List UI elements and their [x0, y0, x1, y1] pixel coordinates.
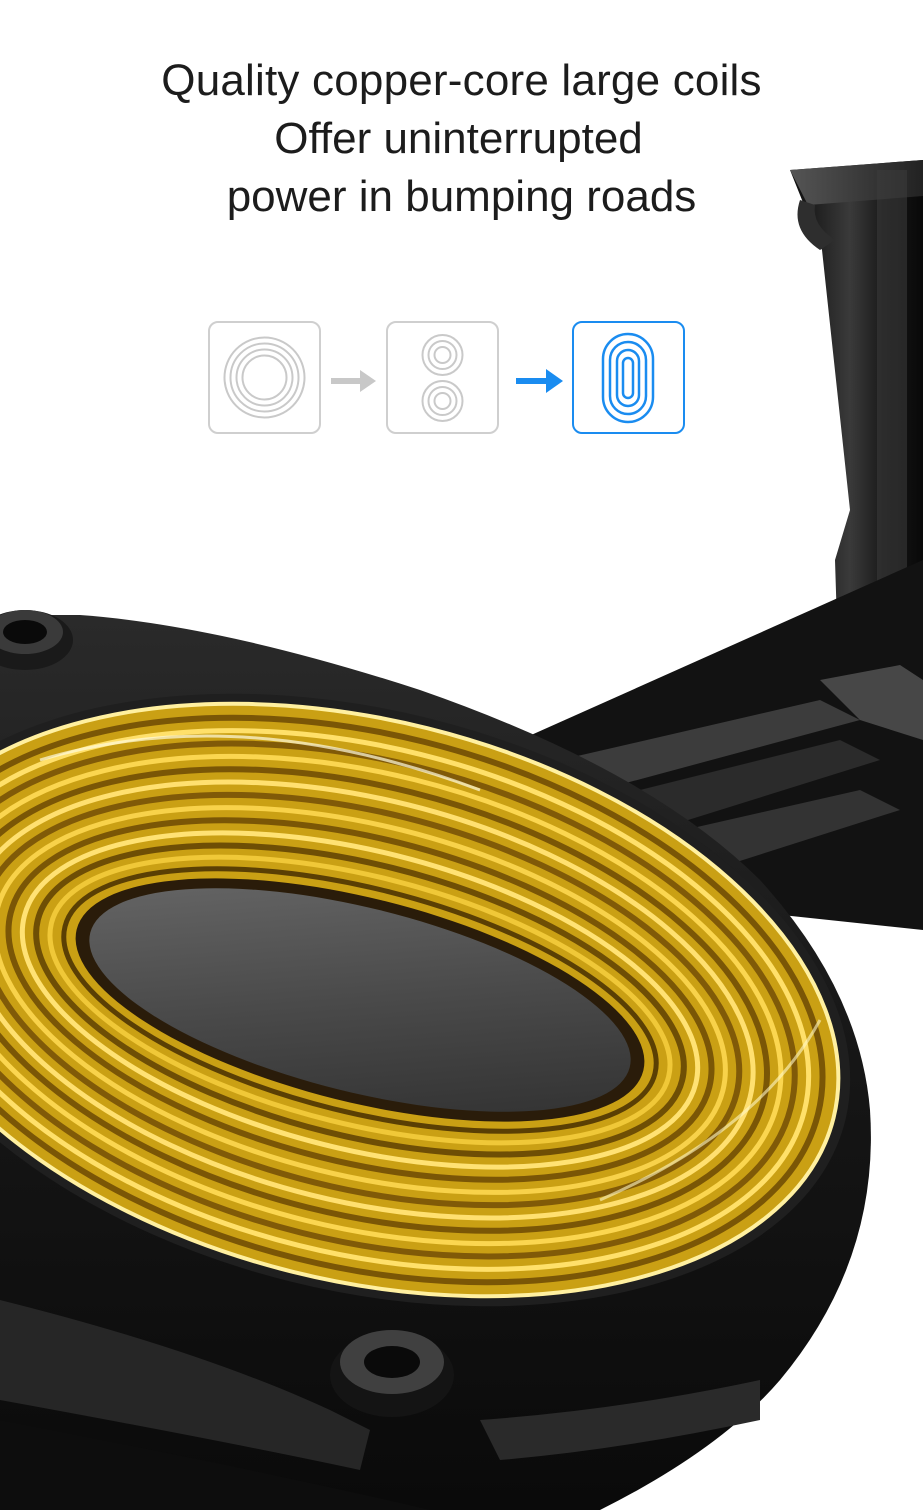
- arrow-right-icon-active: [516, 369, 563, 393]
- double-circle-coil-icon: [386, 321, 499, 434]
- arrow-right-icon: [331, 370, 376, 392]
- oval-coil-icon: [572, 321, 685, 434]
- coil-evolution-diagram: [208, 321, 685, 434]
- concentric-circle-coil-icon: [208, 321, 321, 434]
